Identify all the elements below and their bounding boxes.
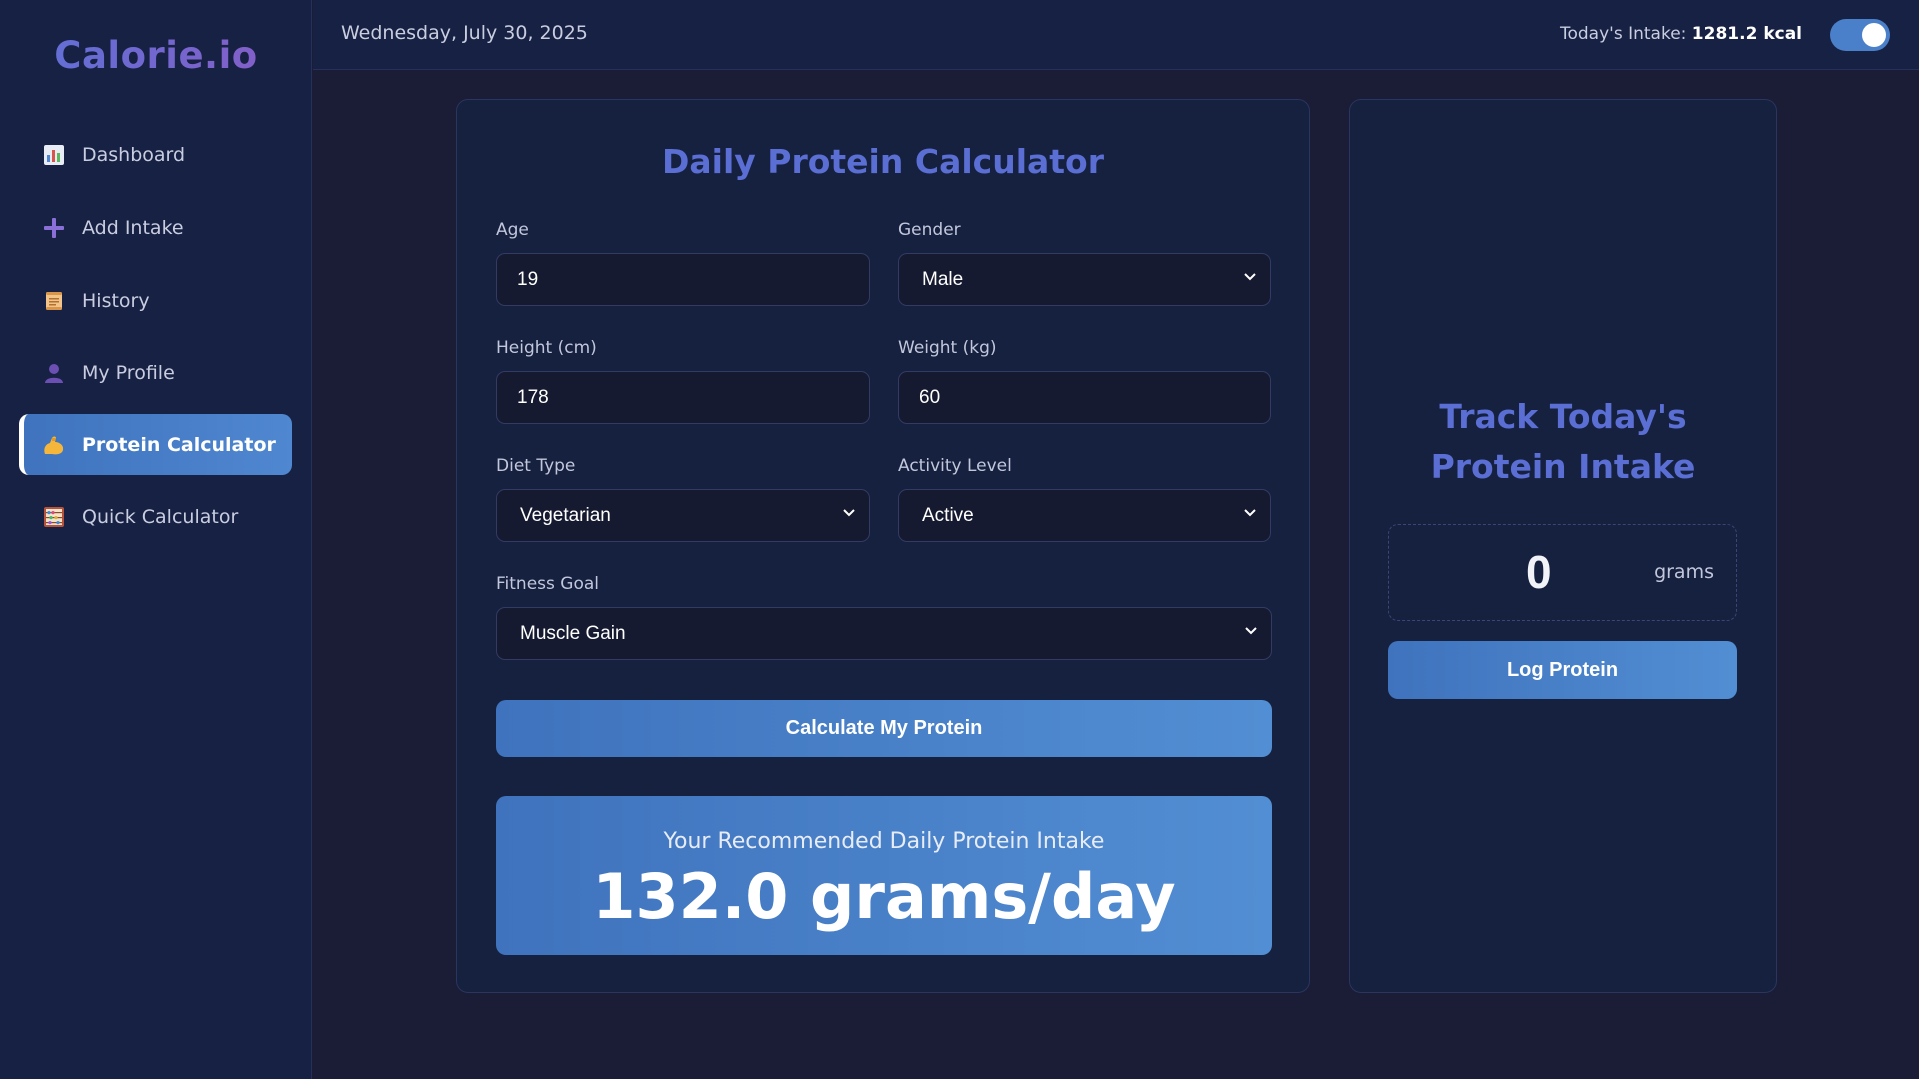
gender-select[interactable]: Male [898,253,1271,306]
sidebar-item-protein-calculator[interactable]: Protein Calculator [19,414,292,475]
bar-chart-icon [41,142,67,168]
scroll-icon [41,288,67,314]
sidebar-item-label: My Profile [82,361,175,384]
chevron-down-icon [1244,273,1256,281]
height-input[interactable]: 178 [496,371,870,424]
sidebar-item-my-profile[interactable]: My Profile [19,342,292,403]
gender-label: Gender [898,220,961,240]
sidebar-item-label: Protein Calculator [82,433,276,456]
height-label: Height (cm) [496,338,597,358]
calculator-title: Daily Protein Calculator [661,142,1105,181]
sidebar-item-label: History [82,289,150,312]
age-label: Age [496,220,529,240]
sidebar-item-dashboard[interactable]: Dashboard [19,124,292,185]
sidebar-item-history[interactable]: History [19,270,292,331]
plus-icon [41,215,67,241]
current-date: Wednesday, July 30, 2025 [341,22,588,44]
protein-calculator-card: Daily Protein Calculator Age 19 Gender M… [456,99,1310,993]
sidebar-item-add-intake[interactable]: Add Intake [19,197,292,258]
calculate-protein-button[interactable]: Calculate My Protein [496,700,1272,757]
theme-toggle[interactable] [1830,19,1890,51]
abacus-icon [41,504,67,530]
diet-type-select[interactable]: Vegetarian [496,489,870,542]
sidebar-item-label: Add Intake [82,216,184,239]
chevron-down-icon [1245,627,1257,635]
weight-label: Weight (kg) [898,338,997,358]
top-header: Wednesday, July 30, 2025 Today's Intake:… [313,0,1919,70]
app-root: Calorie.io Dashboard Add Intake History … [0,0,1919,1079]
fitness-goal-label: Fitness Goal [496,574,599,594]
protein-grams-input[interactable]: 0 grams [1388,524,1737,621]
sidebar-item-label: Quick Calculator [82,505,239,528]
activity-level-label: Activity Level [898,456,1012,476]
weight-input[interactable]: 60 [898,371,1271,424]
fitness-goal-select[interactable]: Muscle Gain [496,607,1272,660]
intake-label: Today's Intake: [1559,24,1687,44]
diet-type-label: Diet Type [496,456,576,476]
tracker-title-line2: Protein Intake [1430,447,1696,486]
flexed-biceps-icon [41,432,67,458]
diet-type-value: Vegetarian [520,504,611,526]
tracker-title: Track Today's Protein Intake [1350,392,1776,492]
grams-unit: grams [1654,561,1714,583]
intake-value: 1281.2 kcal [1691,24,1802,44]
age-input[interactable]: 19 [496,253,870,306]
result-label: Your Recommended Daily Protein Intake [663,829,1105,854]
toggle-knob [1862,23,1886,47]
protein-tracker-card: Track Today's Protein Intake 0 grams Log… [1349,99,1777,993]
todays-intake: Today's Intake: 1281.2 kcal [1560,24,1802,44]
result-value: 132.0 grams/day [592,860,1176,933]
app-logo[interactable]: Calorie.io [0,34,312,77]
gender-value: Male [922,268,964,290]
tracker-title-line1: Track Today's [1439,397,1687,436]
chevron-down-icon [1244,509,1256,517]
result-panel: Your Recommended Daily Protein Intake 13… [496,796,1272,955]
sidebar: Calorie.io Dashboard Add Intake History … [0,0,312,1079]
fitness-goal-value: Muscle Gain [520,622,626,644]
chevron-down-icon [843,509,855,517]
sidebar-item-quick-calculator[interactable]: Quick Calculator [19,486,292,547]
activity-level-select[interactable]: Active [898,489,1271,542]
grams-value: 0 [1526,546,1552,598]
log-protein-button[interactable]: Log Protein [1388,641,1737,699]
user-icon [41,360,67,386]
activity-level-value: Active [922,504,974,526]
sidebar-item-label: Dashboard [82,143,186,166]
